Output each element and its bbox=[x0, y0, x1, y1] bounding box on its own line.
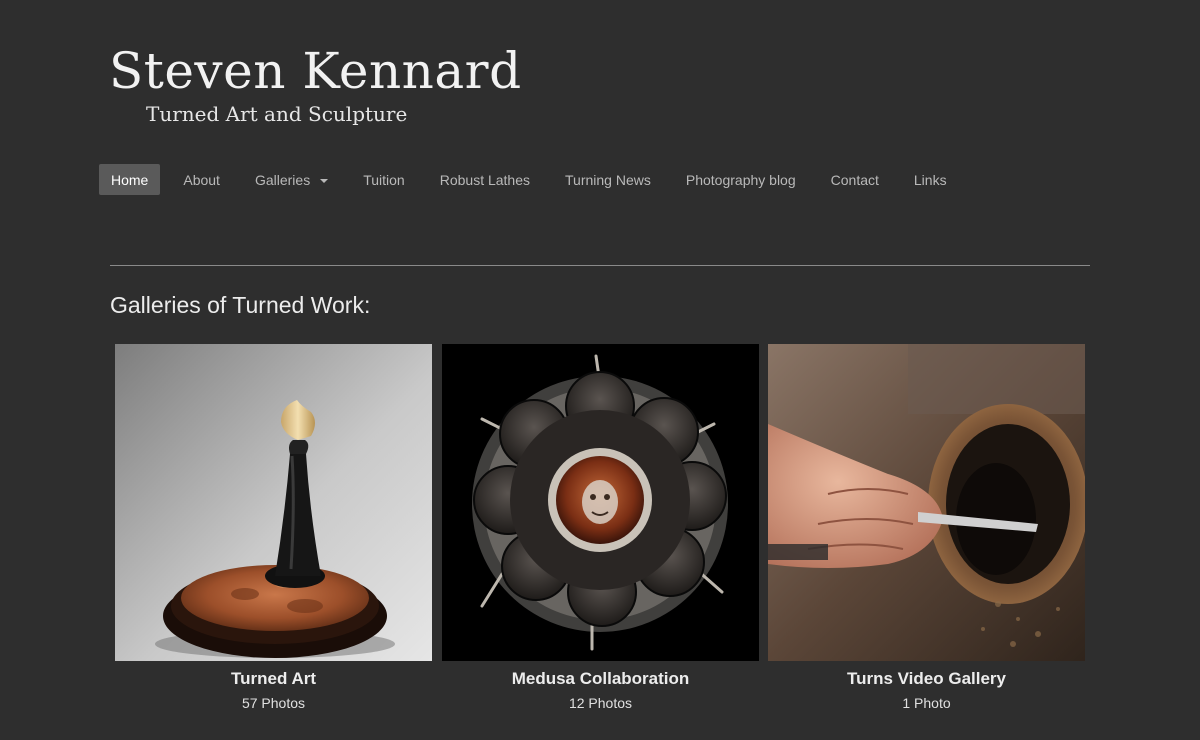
nav-item-label: Contact bbox=[830, 171, 879, 188]
site-title[interactable]: Steven Kennard bbox=[109, 42, 522, 100]
medusa-sculpture-photo bbox=[442, 344, 759, 661]
gallery-name[interactable]: Turns Video Gallery bbox=[768, 669, 1085, 689]
nav-item-links[interactable]: Links bbox=[902, 164, 959, 195]
nav-item-galleries[interactable]: Galleries bbox=[243, 164, 340, 195]
nav-item-label: Tuition bbox=[363, 171, 405, 188]
nav-item-label: About bbox=[183, 171, 220, 188]
gallery-photo-count: 57 Photos bbox=[241, 695, 306, 711]
nav-item-label: Galleries bbox=[254, 171, 311, 188]
nav-item-label: Links bbox=[913, 171, 947, 188]
gallery-photo-count: 1 Photo bbox=[902, 695, 951, 711]
gallery-name[interactable]: Turned Art bbox=[115, 669, 432, 689]
chevron-down-icon bbox=[320, 178, 329, 183]
nav-item-tuition[interactable]: Tuition bbox=[351, 164, 417, 195]
nav-item-label: Home bbox=[111, 171, 149, 188]
nav-item-label: Photography blog bbox=[685, 171, 796, 188]
gallery-thumbnail[interactable] bbox=[442, 344, 759, 661]
main-nav: Home About Galleries Tuition Robust Lath… bbox=[99, 164, 970, 195]
nav-item-turning-news[interactable]: Turning News bbox=[553, 164, 663, 195]
lathe-turning-photo bbox=[768, 344, 1085, 661]
nav-item-about[interactable]: About bbox=[171, 164, 232, 195]
nav-item-home[interactable]: Home bbox=[99, 164, 161, 195]
divider bbox=[110, 265, 1090, 266]
nav-item-contact[interactable]: Contact bbox=[819, 164, 891, 195]
nav-item-robust-lathes[interactable]: Robust Lathes bbox=[428, 164, 542, 195]
nav-item-label: Turning News bbox=[565, 171, 651, 188]
gallery-thumbnail[interactable] bbox=[115, 344, 432, 661]
spinning-top-photo bbox=[115, 344, 432, 661]
nav-item-label: Robust Lathes bbox=[439, 171, 531, 188]
gallery-card-turned-art[interactable]: Turned Art 57 Photos bbox=[115, 344, 432, 711]
gallery-card-video[interactable]: Turns Video Gallery 1 Photo bbox=[768, 344, 1085, 711]
gallery-thumbnail[interactable] bbox=[768, 344, 1085, 661]
gallery-card-medusa[interactable]: Medusa Collaboration 12 Photos bbox=[442, 344, 759, 711]
gallery-name[interactable]: Medusa Collaboration bbox=[442, 669, 759, 689]
gallery-photo-count: 12 Photos bbox=[568, 695, 633, 711]
section-heading: Galleries of Turned Work: bbox=[110, 292, 371, 318]
site-tagline: Turned Art and Sculpture bbox=[146, 102, 408, 126]
nav-item-photography-blog[interactable]: Photography blog bbox=[674, 164, 808, 195]
